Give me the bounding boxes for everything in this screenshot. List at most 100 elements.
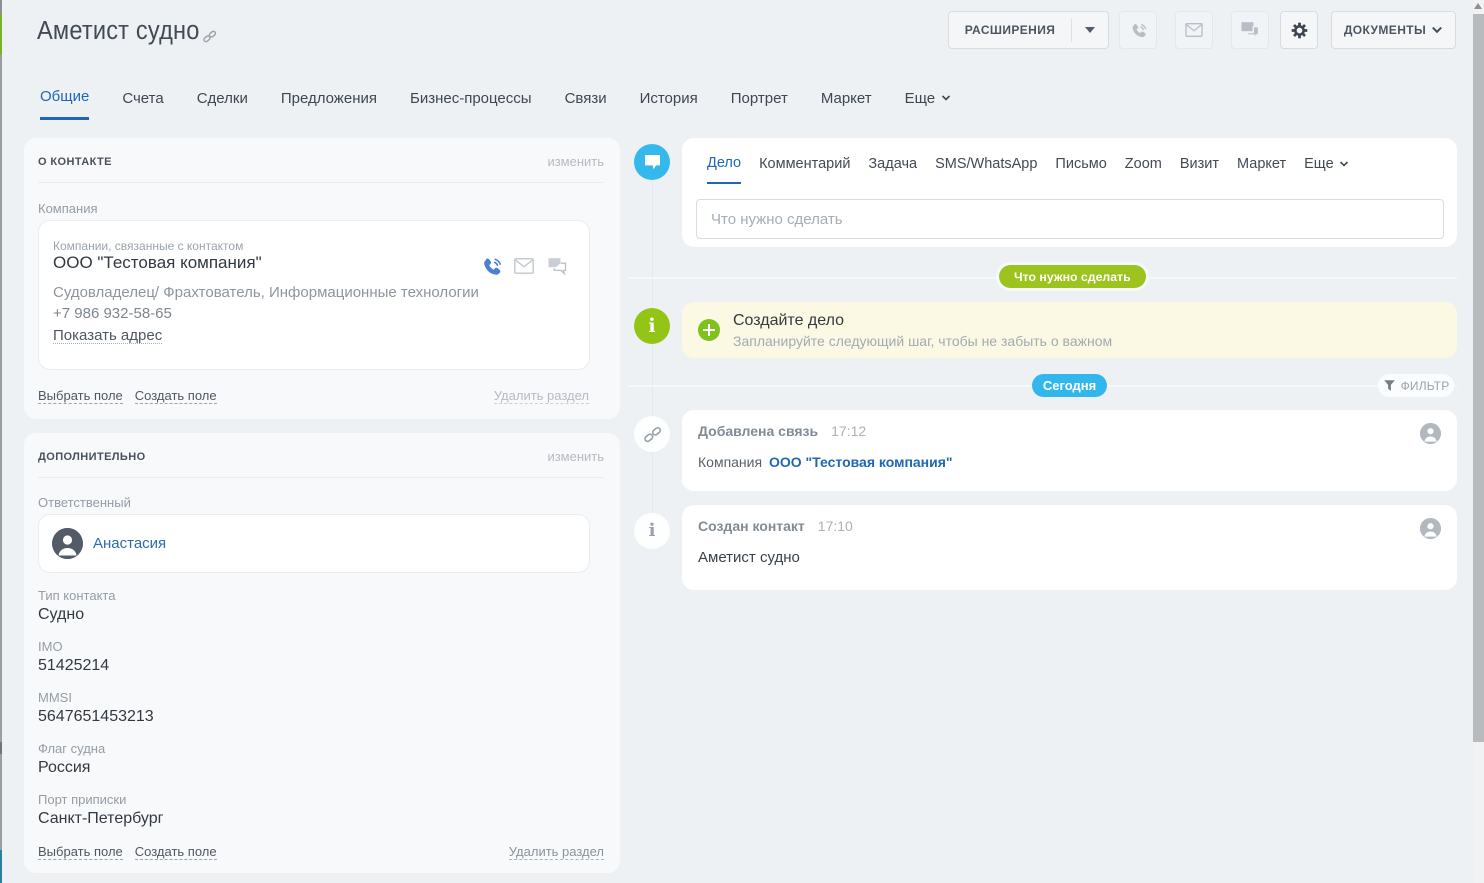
stream-tab-delo[interactable]: Дело: [707, 155, 741, 184]
tab-label: Задача: [868, 156, 917, 172]
tab-scheta[interactable]: Счета: [122, 88, 163, 120]
entry-body-prefix: Компания: [698, 454, 762, 470]
info-glyph: i: [648, 317, 655, 336]
card-links: Выбрать поле Создать поле Удалить раздел: [38, 388, 589, 404]
chat-icon: [546, 257, 568, 276]
extensions-dropdown[interactable]: [1072, 27, 1108, 33]
left-edge-sliver: [0, 0, 2, 883]
scroll-up-arrow[interactable]: [1474, 3, 1482, 9]
gear-icon: [1291, 22, 1308, 39]
show-address-link[interactable]: Показать адрес: [53, 328, 162, 344]
filter-button[interactable]: ФИЛЬТР: [1378, 374, 1454, 397]
stream-tab-zoom[interactable]: Zoom: [1125, 155, 1162, 184]
delete-section-link[interactable]: Удалить раздел: [494, 388, 589, 404]
edit-link[interactable]: изменить: [547, 449, 604, 464]
responsible-name[interactable]: Анастасия: [93, 535, 166, 552]
entry-avatar: [1420, 423, 1441, 444]
tab-istoriya[interactable]: История: [640, 88, 698, 120]
settings-button[interactable]: [1280, 11, 1318, 49]
card-title: ДОПОЛНИТЕЛЬНО: [38, 451, 146, 463]
header-actions: РАСШИРЕНИЯ: [948, 11, 1456, 49]
stream-tab-pismo[interactable]: Письмо: [1055, 155, 1106, 184]
tab-svyazi[interactable]: Связи: [565, 88, 607, 120]
card-links: Выбрать поле Создать поле Удалить раздел: [38, 844, 604, 860]
tab-market[interactable]: Маркет: [821, 88, 872, 120]
responsible-label: Ответственный: [38, 495, 590, 510]
entry-head: Добавлена связь 17:12: [698, 423, 1441, 439]
stream-tab-vizit[interactable]: Визит: [1180, 155, 1219, 184]
field-value: Россия: [38, 759, 590, 777]
tab-predlozheniya[interactable]: Предложения: [281, 88, 377, 120]
tab-label: Сделки: [197, 90, 248, 107]
person-icon: [52, 528, 83, 559]
entry-head: Создан контакт 17:10: [698, 518, 1441, 534]
entry-time: 17:12: [831, 423, 866, 439]
card-body: Компания Компании, связанные с контактом…: [24, 201, 620, 370]
timeline-entry-link[interactable]: Добавлена связь 17:12 Компания ООО "Тест…: [682, 410, 1457, 491]
card-head: ДОПОЛНИТЕЛЬНО изменить: [24, 433, 620, 464]
timeline-hint-icon: i: [634, 308, 670, 344]
tab-portret[interactable]: Портрет: [731, 88, 788, 120]
tab-obshchie[interactable]: Общие: [40, 88, 89, 120]
funnel-icon: [1383, 379, 1396, 392]
todo-input[interactable]: [696, 199, 1444, 239]
tab-biznes-processy[interactable]: Бизнес-процессы: [410, 88, 532, 120]
copy-link-icon[interactable]: [202, 29, 216, 43]
field-value: 51425214: [38, 657, 590, 675]
tab-label: Предложения: [281, 90, 377, 107]
create-field-link[interactable]: Создать поле: [135, 844, 217, 860]
timeline-spine: [652, 162, 653, 531]
select-field-link[interactable]: Выбрать поле: [38, 388, 123, 404]
documents-button[interactable]: ДОКУМЕНТЫ: [1331, 11, 1456, 49]
tab-label: Визит: [1180, 156, 1219, 172]
field-label: Флаг судна: [38, 741, 590, 756]
field-label: Тип контакта: [38, 588, 590, 603]
link-icon: [202, 29, 217, 44]
delete-section-link[interactable]: Удалить раздел: [509, 844, 604, 860]
responsible-avatar: [52, 528, 83, 559]
company-industry: Судовладелец/ Фрахтователь, Информационн…: [53, 285, 575, 300]
tab-eshche[interactable]: Еще: [905, 88, 952, 120]
create-activity-hint[interactable]: Создайте дело Запланируйте следующий шаг…: [682, 302, 1457, 358]
field-value: Судно: [38, 606, 590, 624]
stream-tab-kommentarij[interactable]: Комментарий: [759, 155, 850, 184]
scrollbar[interactable]: [1473, 0, 1484, 883]
todo-tooltip-pill: Что нужно сделать: [999, 265, 1146, 288]
chevron-down-icon: [1339, 159, 1349, 169]
person-icon: [1420, 518, 1441, 539]
edit-link[interactable]: изменить: [547, 154, 604, 169]
sliver-segment: [0, 14, 2, 55]
card-head: О КОНТАКТЕ изменить: [24, 138, 620, 169]
extensions-button[interactable]: РАСШИРЕНИЯ: [948, 11, 1109, 49]
tab-label: Zoom: [1125, 156, 1162, 172]
field-flag: Флаг судна Россия: [38, 741, 590, 777]
company-mail-icon[interactable]: [514, 258, 534, 274]
select-field-link[interactable]: Выбрать поле: [38, 844, 123, 860]
hint-texts: Создайте дело Запланируйте следующий шаг…: [733, 312, 1112, 349]
call-button[interactable]: [1119, 11, 1157, 49]
entry-body: Аметист судно: [698, 549, 1441, 566]
card-title: О КОНТАКТЕ: [38, 156, 112, 168]
email-button[interactable]: [1175, 11, 1213, 49]
stream-tab-eshche[interactable]: Еще: [1304, 155, 1349, 184]
tab-label: История: [640, 90, 698, 107]
stream-tab-sms[interactable]: SMS/WhatsApp: [935, 155, 1037, 184]
timeline-entry-created[interactable]: Создан контакт 17:10 Аметист судно: [682, 505, 1457, 590]
company-link[interactable]: ООО "Тестовая компания": [769, 454, 953, 470]
tab-label: Счета: [122, 90, 163, 107]
company-call-icon[interactable]: [481, 256, 502, 277]
stream-tab-market[interactable]: Маркет: [1237, 155, 1286, 184]
sliver-segment: [0, 850, 2, 883]
create-field-link[interactable]: Создать поле: [135, 388, 217, 404]
tab-sdelki[interactable]: Сделки: [197, 88, 248, 120]
chat-button[interactable]: [1231, 11, 1269, 49]
stream-tab-zadacha[interactable]: Задача: [868, 155, 917, 184]
field-label: IMO: [38, 639, 590, 654]
sliver-segment: [0, 0, 2, 14]
tab-label: Дело: [707, 155, 741, 171]
tab-label: Бизнес-процессы: [410, 90, 532, 107]
hint-title: Создайте дело: [733, 312, 1112, 330]
company-chat-icon[interactable]: [546, 257, 568, 276]
mail-icon: [1185, 23, 1203, 37]
scroll-thumb[interactable]: [1473, 14, 1484, 742]
